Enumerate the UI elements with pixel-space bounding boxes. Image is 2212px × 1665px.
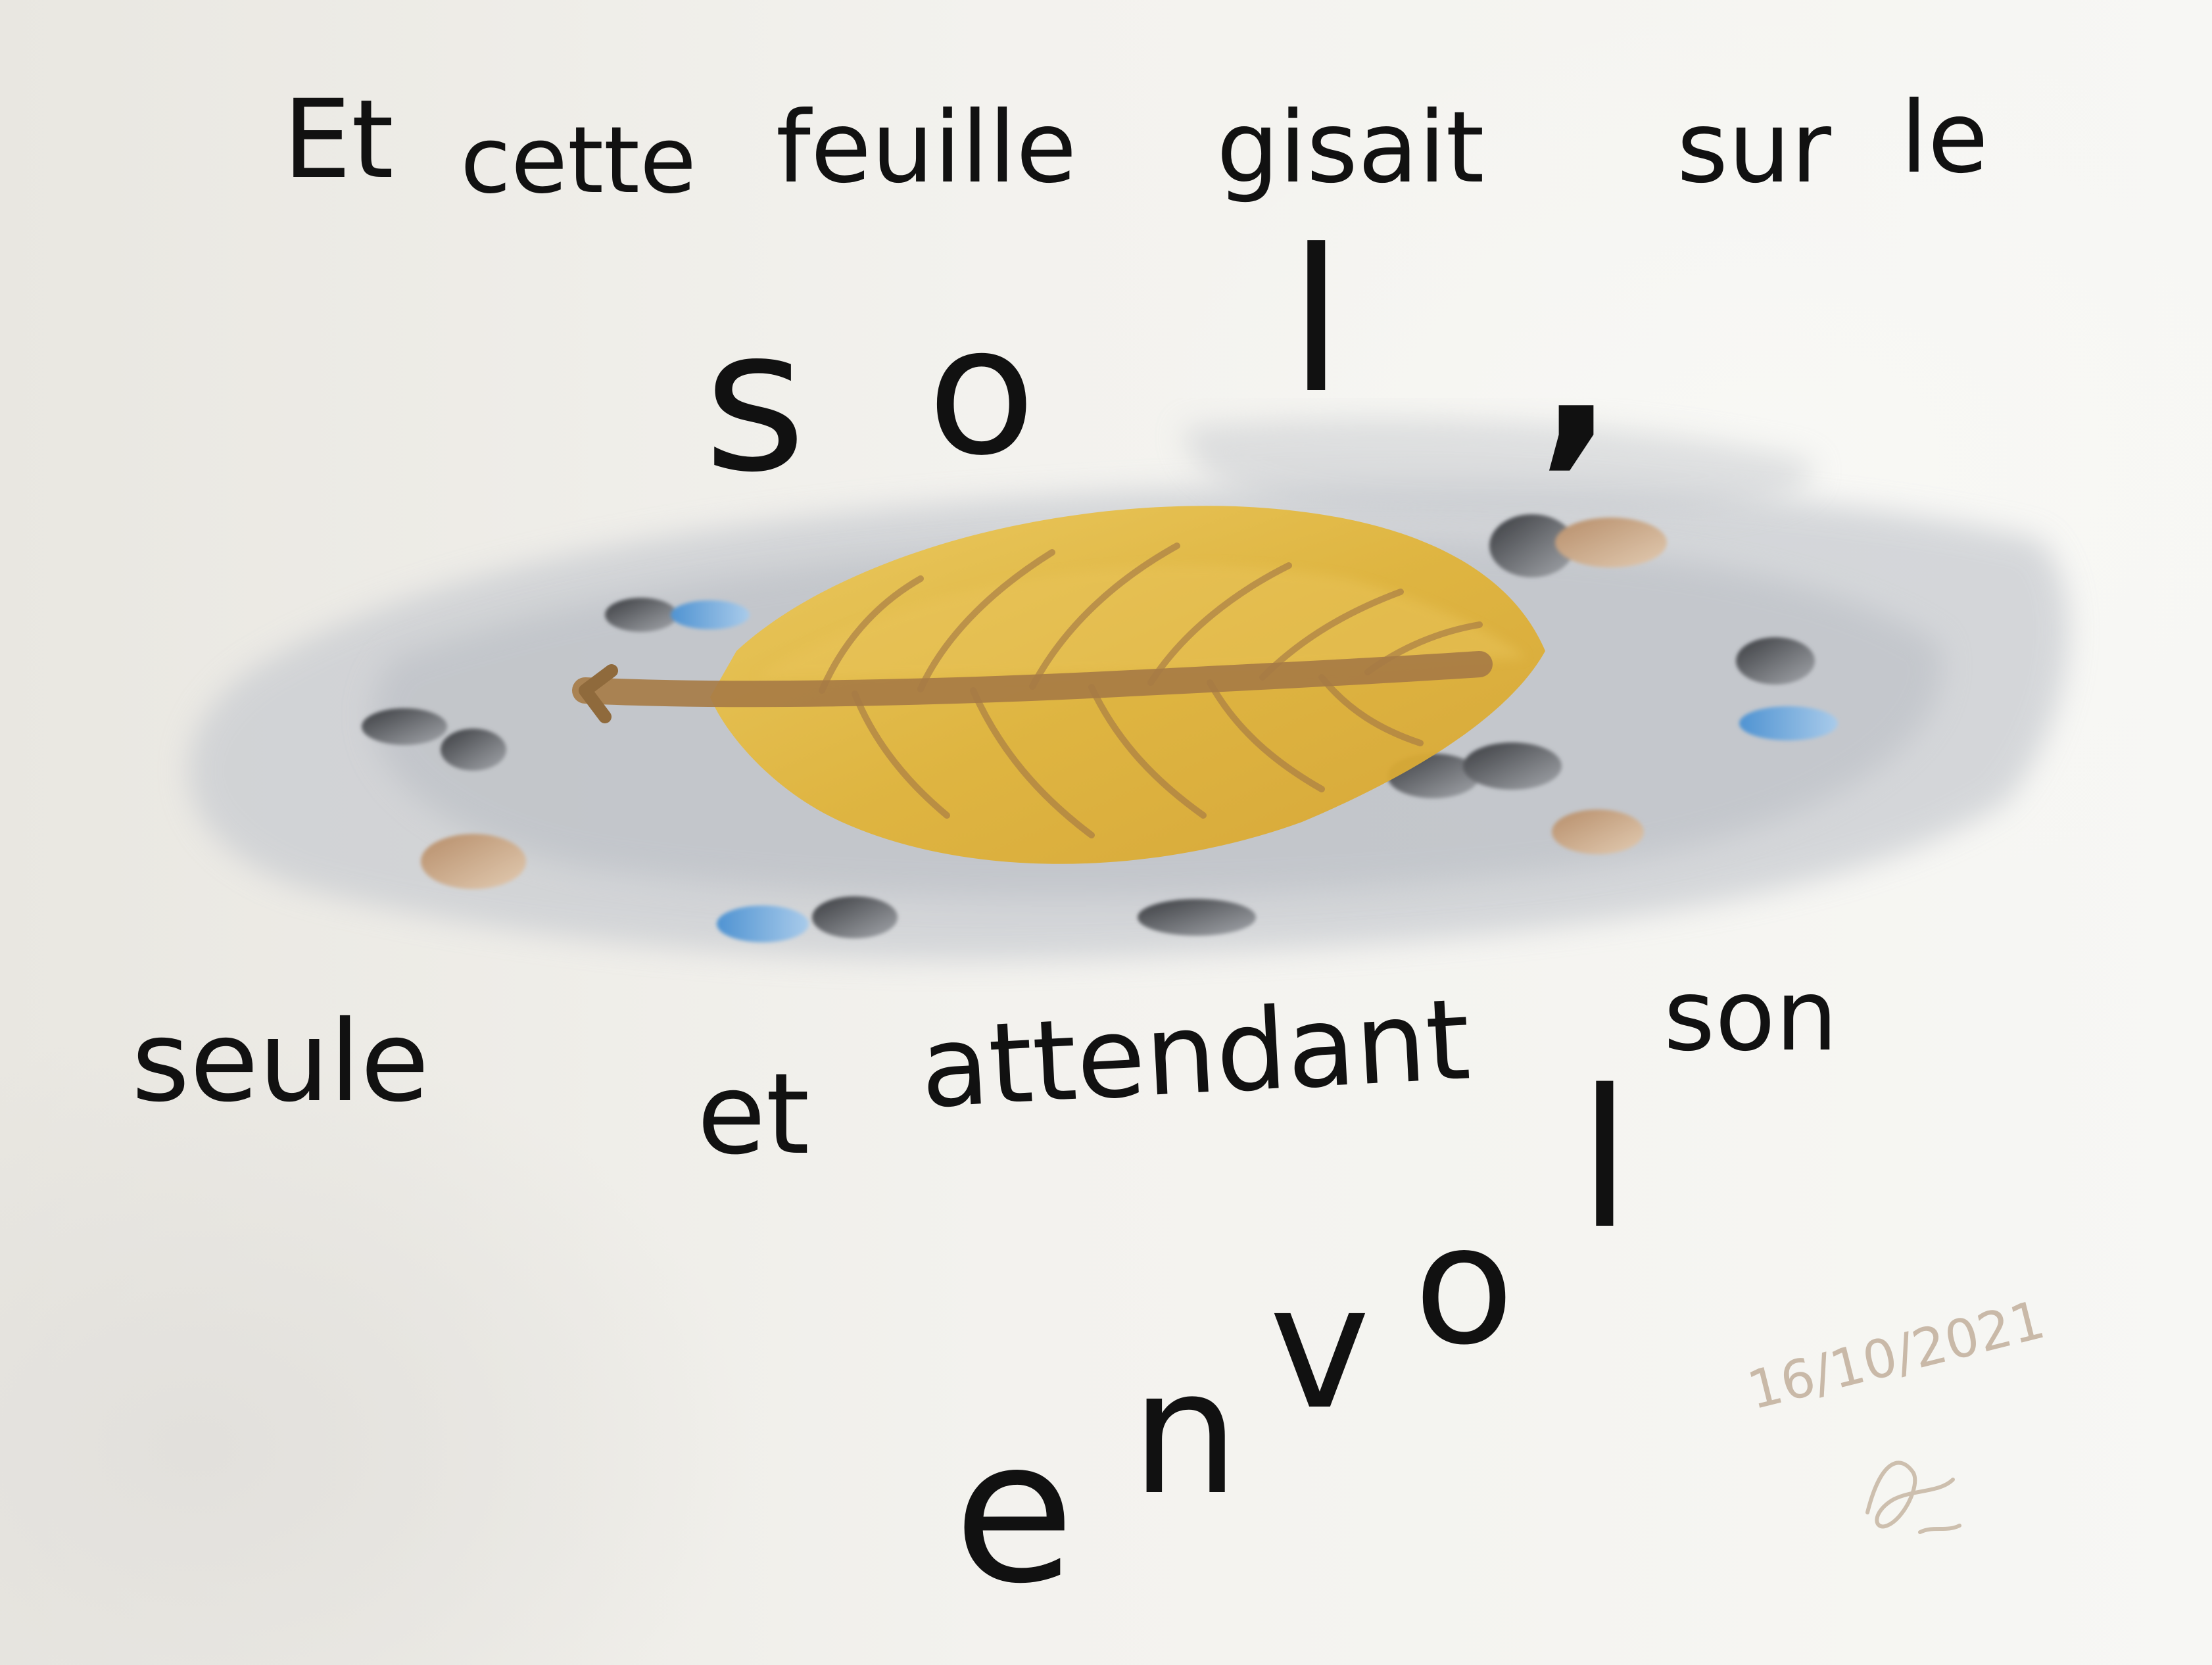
poem-word: son bbox=[1664, 959, 1838, 1073]
poem-letter: n bbox=[1131, 1334, 1239, 1533]
leaf-illustration bbox=[188, 418, 2069, 960]
watercolor-painting: Et cette feuille gisait sur le s o l , s… bbox=[0, 0, 2212, 1665]
poem-word: attendant bbox=[917, 975, 1474, 1134]
poem-letter: l bbox=[1289, 207, 1344, 437]
poem-letter: o bbox=[1414, 1190, 1514, 1381]
poem-letter: e bbox=[953, 1397, 1075, 1627]
poem-word: et bbox=[697, 1050, 810, 1180]
poem-letter: s bbox=[704, 286, 807, 516]
poem-word: sur bbox=[1677, 91, 1831, 205]
signature-scribble-icon bbox=[1865, 1460, 1961, 1534]
poem-letter: l bbox=[1578, 1050, 1631, 1271]
poem-word: gisait bbox=[1216, 91, 1485, 205]
poem-letter: v bbox=[1269, 1249, 1370, 1447]
poem-word: le bbox=[1900, 81, 1988, 195]
poem-letter: o bbox=[927, 287, 1036, 495]
poem-word: cette bbox=[460, 107, 697, 214]
poem-word: feuille bbox=[776, 91, 1077, 205]
poem-word: Et bbox=[283, 76, 394, 203]
poem-word: seule bbox=[132, 997, 429, 1127]
poem-letter: , bbox=[1539, 260, 1614, 489]
